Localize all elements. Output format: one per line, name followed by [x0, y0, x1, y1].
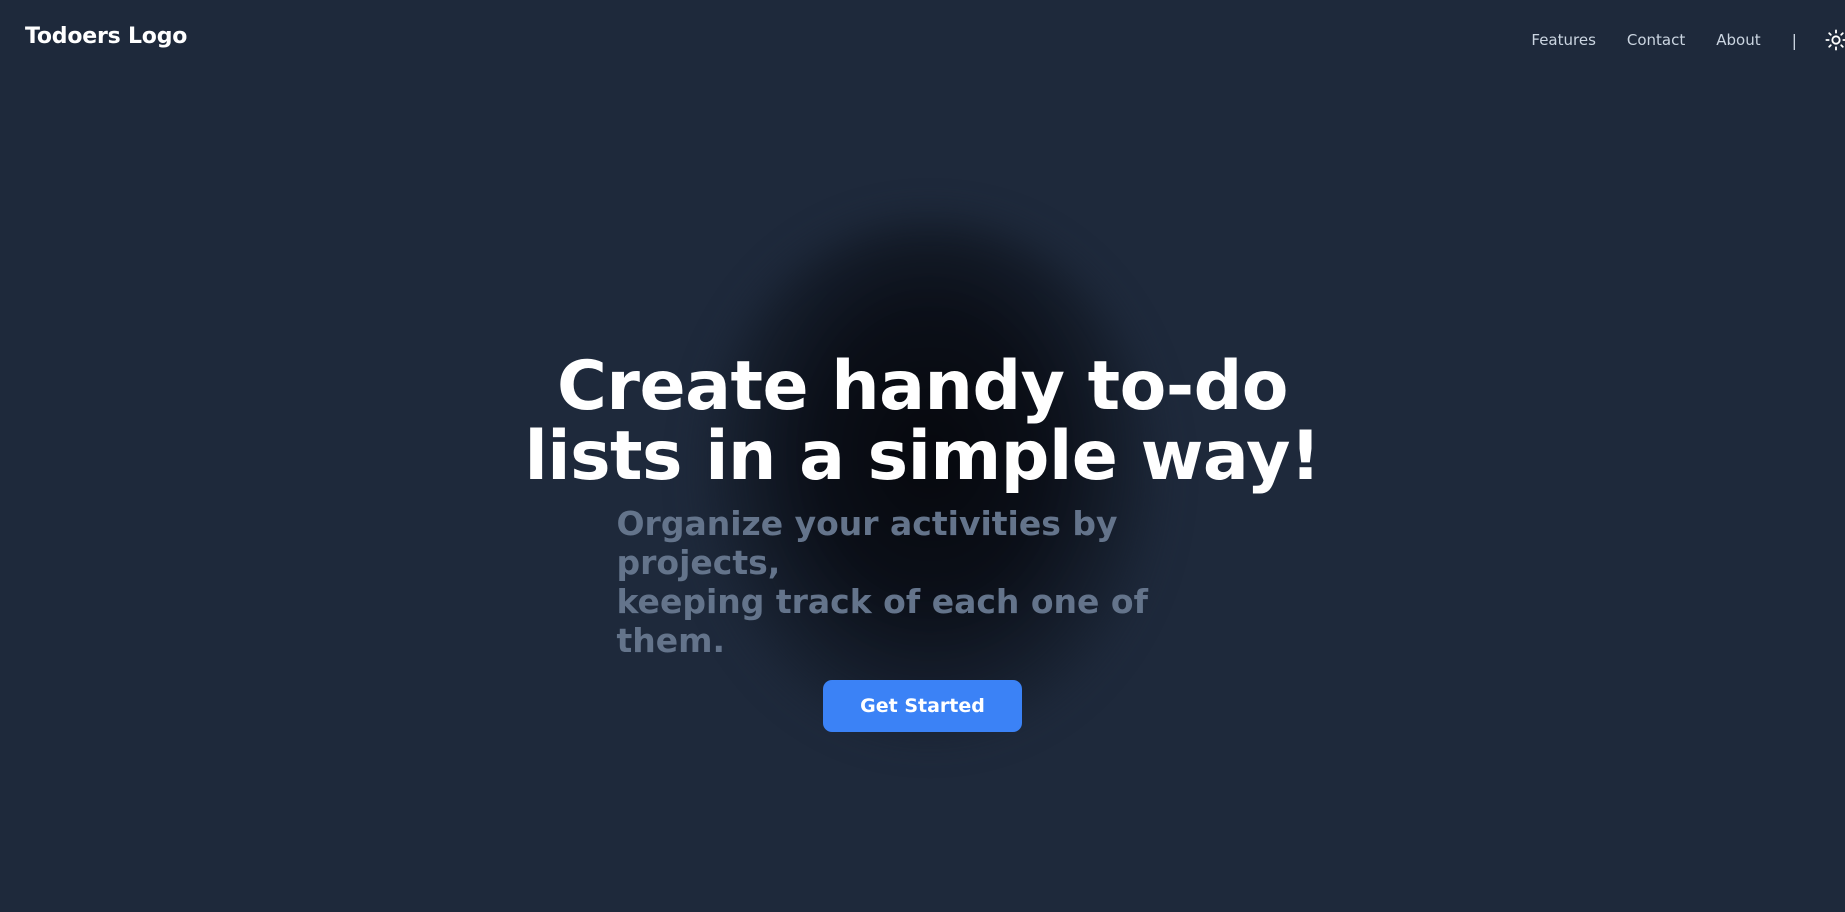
main-nav: Features Contact About | — [1531, 28, 1845, 52]
hero-headline-line-2: lists in a simple way! — [524, 417, 1321, 496]
hero-headline-line-1: Create handy to-do — [557, 347, 1288, 426]
nav-link-about[interactable]: About — [1716, 31, 1760, 49]
nav-link-contact[interactable]: Contact — [1627, 31, 1685, 49]
sun-icon — [1825, 29, 1845, 51]
site-header: Todoers Logo Features Contact About | — [0, 0, 1845, 80]
site-logo[interactable]: Todoers Logo — [25, 24, 187, 49]
hero-subheadline-line-1: Organize your activities by projects, — [616, 504, 1118, 582]
landing-page: Todoers Logo Features Contact About | Cr… — [0, 0, 1845, 912]
hero-subheadline: Organize your activities by projects, ke… — [609, 504, 1237, 660]
nav-separator: | — [1791, 30, 1797, 50]
theme-toggle-button[interactable] — [1825, 28, 1845, 52]
hero-subheadline-line-2: keeping track of each one of them. — [616, 582, 1148, 660]
get-started-button[interactable]: Get Started — [823, 680, 1022, 732]
hero-section: Create handy to-do lists in a simple way… — [0, 352, 1845, 732]
hero-headline: Create handy to-do lists in a simple way… — [0, 352, 1845, 492]
nav-link-features[interactable]: Features — [1531, 31, 1596, 49]
